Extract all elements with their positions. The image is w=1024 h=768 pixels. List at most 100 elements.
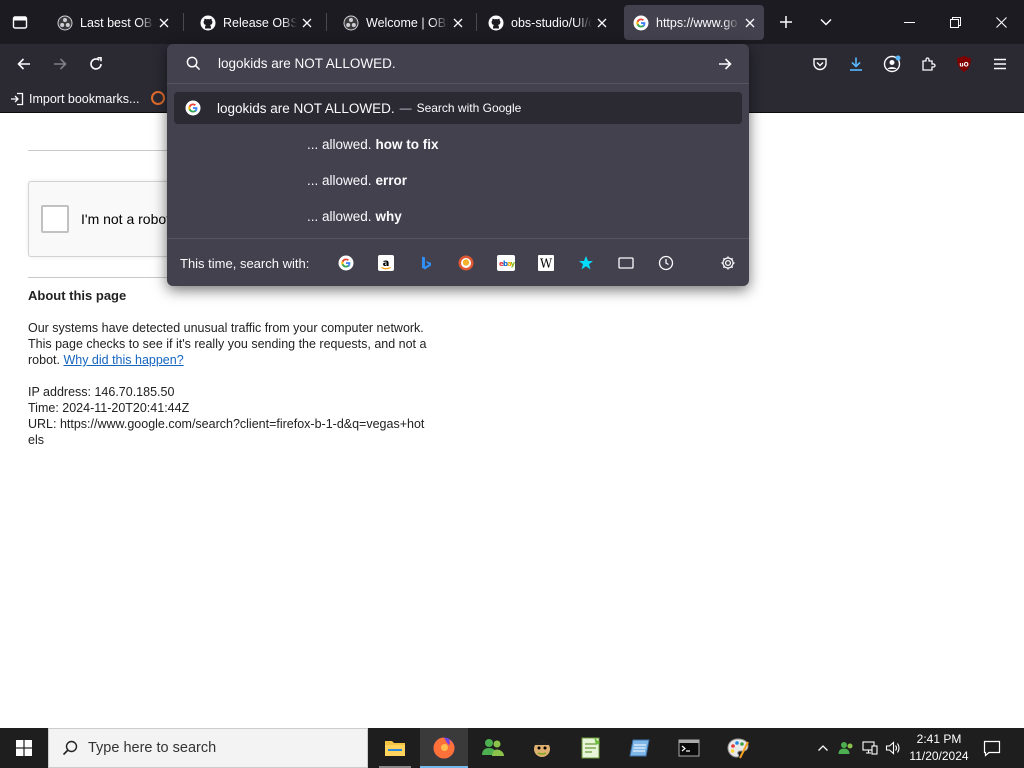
search-suggestion[interactable]: ... allowed. why <box>307 204 402 228</box>
chevron-down-icon <box>820 18 832 26</box>
tab-2[interactable]: Release OBS Stu <box>191 5 321 40</box>
close-tab-icon[interactable] <box>742 15 758 31</box>
minimize-icon <box>903 21 915 23</box>
close-tab-icon[interactable] <box>594 15 610 31</box>
arrow-right-icon <box>54 58 67 70</box>
recaptcha-checkbox[interactable] <box>41 205 69 233</box>
pocket-button[interactable] <box>804 48 836 80</box>
minimize-button[interactable] <box>886 0 932 44</box>
suggestion-completion: how to fix <box>375 136 439 152</box>
search-suggestion[interactable]: ... allowed. how to fix <box>307 132 439 156</box>
notepad-plus-taskbar-button[interactable] <box>567 728 615 768</box>
urlbar-input[interactable]: logokids are NOT ALLOWED. <box>167 44 749 84</box>
paint-taskbar-button[interactable] <box>714 728 762 768</box>
terminal-taskbar-button[interactable] <box>665 728 713 768</box>
notepad-icon <box>581 737 600 759</box>
people-icon <box>838 742 853 754</box>
amazon-icon[interactable]: a <box>376 253 396 273</box>
import-bookmarks-button[interactable]: Import bookmarks... <box>10 89 139 109</box>
ublock-origin-button[interactable]: uO <box>948 48 980 80</box>
game-taskbar-button[interactable] <box>518 728 566 768</box>
history-icon[interactable] <box>656 253 676 273</box>
hamburger-menu-icon <box>994 58 1006 70</box>
tab-separator <box>476 13 477 31</box>
urlbar-dropdown: logokids are NOT ALLOWED. logokids are N… <box>167 44 749 286</box>
list-all-tabs-button[interactable] <box>806 0 846 44</box>
duckduckgo-icon[interactable] <box>456 253 476 273</box>
pocket-icon <box>813 58 827 71</box>
file-explorer-taskbar-button[interactable] <box>371 728 419 768</box>
back-button[interactable] <box>8 48 40 80</box>
ip-address: IP address: 146.70.185.50 <box>28 385 175 399</box>
google-icon[interactable] <box>336 253 356 273</box>
show-hidden-icons-button[interactable] <box>812 728 834 768</box>
restore-button[interactable] <box>932 0 978 44</box>
tabs-icon[interactable] <box>616 253 636 273</box>
suggestion-search-with-google[interactable]: logokids are NOT ALLOWED. — Search with … <box>174 92 742 124</box>
reload-button[interactable] <box>80 48 112 80</box>
chevron-up-icon <box>818 745 828 751</box>
tray-app-icon[interactable] <box>835 728 857 768</box>
messenger-taskbar-button[interactable] <box>469 728 517 768</box>
google-icon <box>633 15 649 31</box>
close-window-button[interactable] <box>978 0 1024 44</box>
bookmark-favicon-icon[interactable] <box>150 90 166 106</box>
extensions-button[interactable] <box>912 48 944 80</box>
account-button[interactable] <box>876 48 908 80</box>
tab-strip: Last best OBS ve Release OBS Stu Welcome… <box>0 0 1024 44</box>
restore-icon <box>949 16 961 28</box>
tab-title: https://www.go <box>656 15 738 30</box>
taskbar-search-box[interactable]: Type here to search <box>48 728 368 768</box>
firefox-view-button[interactable] <box>0 0 40 44</box>
svg-text:W: W <box>540 257 553 271</box>
windows-logo-icon <box>16 740 32 756</box>
recaptcha-label: I'm not a robot <box>81 211 171 227</box>
tab-5-active[interactable]: https://www.go <box>624 5 764 40</box>
import-icon <box>11 92 24 106</box>
ebay-icon[interactable]: ebay <box>496 253 516 273</box>
ublock-icon: uO <box>957 56 971 72</box>
pad-icon <box>629 739 650 757</box>
action-center-button[interactable] <box>978 728 1006 768</box>
tab-title: Last best OBS ve <box>80 15 154 30</box>
network-icon <box>862 741 878 755</box>
taskbar-clock[interactable]: 2:41 PM 11/20/2024 <box>900 731 978 765</box>
tab-1[interactable]: Last best OBS ve <box>48 5 178 40</box>
pirate-mascot-icon <box>533 739 551 757</box>
terminal-icon <box>678 739 700 757</box>
firefox-view-icon <box>12 16 28 29</box>
firefox-taskbar-button[interactable] <box>420 728 468 768</box>
start-button[interactable] <box>0 728 48 768</box>
close-tab-icon[interactable] <box>156 15 172 31</box>
windows-taskbar: Type here to search 2:41 PM 11/20/2024 <box>0 728 1024 768</box>
close-tab-icon[interactable] <box>450 15 466 31</box>
urlbar-value: logokids are NOT ALLOWED. <box>218 56 396 71</box>
forward-button[interactable] <box>44 48 76 80</box>
bing-icon[interactable] <box>416 253 436 273</box>
notes-taskbar-button[interactable] <box>616 728 664 768</box>
svg-text:uO: uO <box>959 62 968 69</box>
tab-3[interactable]: Welcome | OBS <box>334 5 472 40</box>
reload-icon <box>90 57 102 70</box>
settings-gear-icon[interactable] <box>718 253 738 273</box>
download-icon <box>850 57 862 71</box>
close-tab-icon[interactable] <box>299 15 315 31</box>
wikipedia-icon[interactable]: W <box>536 253 556 273</box>
downloads-button[interactable] <box>840 48 872 80</box>
tab-4[interactable]: obs-studio/UI/c <box>479 5 616 40</box>
new-tab-button[interactable] <box>766 0 806 44</box>
go-arrow-icon[interactable] <box>717 56 733 72</box>
clock-date: 11/20/2024 <box>909 749 969 763</box>
network-tray-button[interactable] <box>859 728 881 768</box>
about-paragraph: Our systems have detected unusual traffi… <box>28 320 430 368</box>
obs-icon <box>57 15 73 31</box>
timestamp: Time: 2024-11-20T20:41:44Z <box>28 401 190 415</box>
app-menu-button[interactable] <box>984 48 1016 80</box>
bookmarks-star-icon[interactable] <box>576 253 596 273</box>
one-off-label: This time, search with: <box>180 256 310 271</box>
search-icon <box>62 740 78 756</box>
why-did-this-happen-link[interactable]: Why did this happen? <box>63 353 183 367</box>
tab-separator <box>183 13 184 31</box>
palette-icon <box>727 738 749 759</box>
search-suggestion[interactable]: ... allowed. error <box>307 168 407 192</box>
